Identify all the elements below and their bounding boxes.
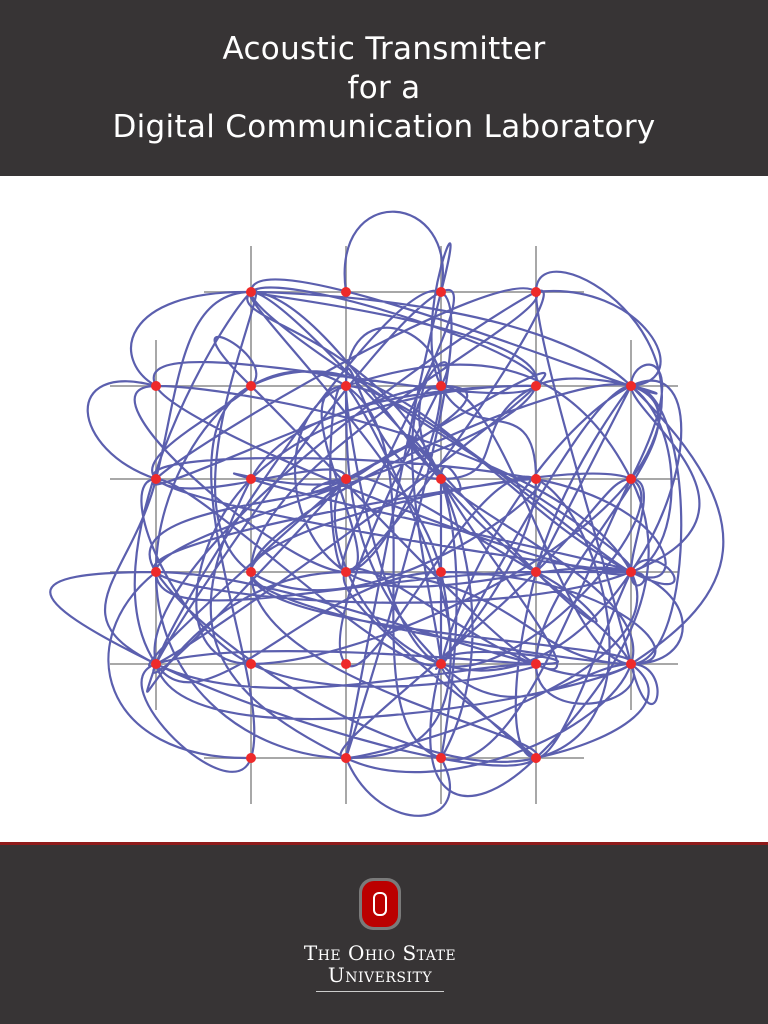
- constellation-trajectory-plot: [49, 210, 725, 817]
- constellation-point: [246, 287, 256, 297]
- title-line-3: Digital Communication Laboratory: [112, 108, 656, 145]
- cover-header: Acoustic Transmitter for a Digital Commu…: [0, 0, 768, 176]
- constellation-point: [626, 659, 636, 669]
- university-name-line-2: University: [327, 963, 433, 987]
- logo-underline: [316, 991, 444, 992]
- title-line-1: Acoustic Transmitter: [222, 30, 546, 67]
- constellation-point: [246, 381, 256, 391]
- constellation-point: [246, 753, 256, 763]
- constellation-point: [436, 287, 446, 297]
- constellation-point: [626, 474, 636, 484]
- constellation-point: [531, 659, 541, 669]
- constellation-figure: [0, 176, 768, 842]
- university-logo: The Ohio State University: [250, 875, 510, 1005]
- signal-trajectory-path: [49, 242, 725, 797]
- title-line-2: for a: [347, 69, 421, 106]
- constellation-point: [246, 567, 256, 577]
- constellation-point: [151, 381, 161, 391]
- constellation-point: [341, 659, 351, 669]
- constellation-point: [341, 753, 351, 763]
- signal-trajectory-loop: [535, 289, 662, 388]
- constellation-point: [436, 381, 446, 391]
- constellation-point: [531, 474, 541, 484]
- university-name-line-1: The Ohio State: [303, 941, 457, 965]
- block-o-icon: [359, 878, 401, 930]
- cover-footer: The Ohio State University: [0, 842, 768, 1024]
- constellation-point: [341, 381, 351, 391]
- constellation-point: [341, 474, 351, 484]
- constellation-point: [626, 381, 636, 391]
- constellation-point: [246, 474, 256, 484]
- constellation-point: [436, 567, 446, 577]
- constellation-point: [531, 381, 541, 391]
- constellation-point: [341, 287, 351, 297]
- constellation-point: [436, 659, 446, 669]
- signal-trajectories: [49, 210, 725, 817]
- constellation-point: [531, 287, 541, 297]
- constellation-point: [246, 659, 256, 669]
- constellation-point: [436, 753, 446, 763]
- constellation-point: [531, 567, 541, 577]
- signal-trajectory-loop: [343, 210, 444, 293]
- constellation-point: [531, 753, 541, 763]
- signal-trajectory-loop: [86, 380, 157, 481]
- constellation-point: [626, 567, 636, 577]
- constellation-point: [151, 659, 161, 669]
- constellation-point: [151, 567, 161, 577]
- constellation-point: [341, 567, 351, 577]
- constellation-point: [151, 474, 161, 484]
- constellation-point: [436, 474, 446, 484]
